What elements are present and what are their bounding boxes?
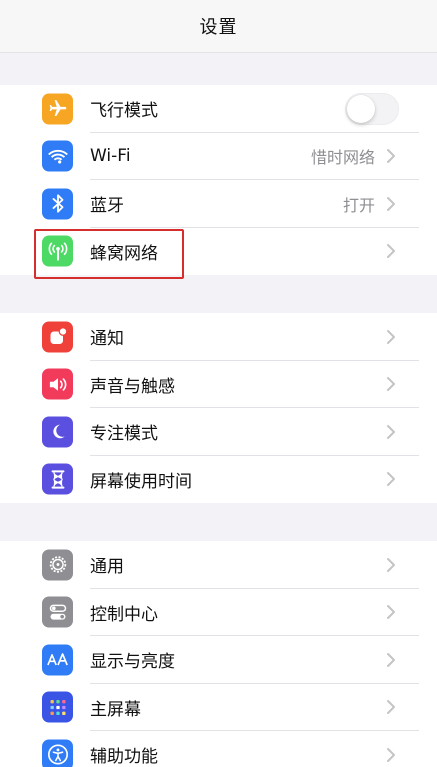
gear-icon (42, 549, 73, 581)
bluetooth-status-value: 打开 (342, 195, 375, 215)
airplane-icon (42, 93, 73, 125)
bluetooth-icon (42, 188, 73, 220)
row-label: 通知 (90, 329, 124, 350)
row-label: 控制中心 (90, 604, 158, 625)
moon-icon (42, 416, 73, 448)
hourglass-icon (42, 463, 73, 495)
row-label: 蓝牙 (90, 196, 124, 217)
row-general[interactable]: 通用 (0, 541, 437, 589)
row-label: 专注模式 (90, 424, 158, 445)
row-sounds-haptics[interactable]: 声音与触感 (0, 361, 437, 408)
chevron-right-icon (387, 472, 395, 487)
chevron-right-icon (387, 747, 395, 762)
row-bluetooth[interactable]: 蓝牙 打开 (0, 180, 437, 228)
chevron-right-icon (387, 244, 395, 259)
text-size-icon (42, 644, 73, 676)
row-label: 显示与亮度 (90, 652, 175, 673)
chevron-right-icon (387, 424, 395, 439)
row-display-brightness[interactable]: 显示与亮度 (0, 636, 437, 684)
row-home-screen[interactable]: 主屏幕 (0, 684, 437, 731)
row-label: Wi-Fi (90, 146, 131, 167)
notification-icon (42, 321, 73, 353)
row-label: 主屏幕 (90, 699, 141, 720)
accessibility-icon (42, 739, 73, 767)
row-label: 通用 (90, 557, 124, 578)
chevron-right-icon (387, 329, 395, 344)
toggle-knob (347, 94, 375, 123)
settings-group-general: 通用 控制中心 显示与亮度 主屏幕 辅助功能 (0, 541, 437, 767)
page-title: 设置 (199, 17, 238, 38)
cellular-icon (42, 235, 73, 267)
chevron-right-icon (387, 605, 395, 620)
chevron-right-icon (387, 700, 395, 715)
row-label: 声音与触感 (90, 376, 175, 397)
navigation-bar: 设置 (0, 0, 437, 53)
row-label: 辅助功能 (90, 747, 158, 767)
chevron-right-icon (387, 149, 395, 164)
chevron-right-icon (387, 652, 395, 667)
settings-group-connectivity: 飞行模式 Wi-Fi 惜时网络 蓝牙 打开 蜂窝网络 (0, 85, 437, 275)
chevron-right-icon (387, 557, 395, 572)
speaker-icon (42, 368, 73, 400)
row-screen-time[interactable]: 屏幕使用时间 (0, 456, 437, 504)
wifi-icon (42, 140, 73, 172)
row-airplane-mode[interactable]: 飞行模式 (0, 85, 437, 133)
row-label: 蜂窝网络 (90, 243, 158, 264)
row-label: 飞行模式 (90, 101, 158, 122)
row-wifi[interactable]: Wi-Fi 惜时网络 (0, 133, 437, 180)
row-notifications[interactable]: 通知 (0, 313, 437, 361)
settings-screen: 设置 飞行模式 Wi-Fi 惜时网络 蓝牙 打开 蜂窝网络 通知 声音与触感 专… (0, 0, 437, 767)
row-label: 屏幕使用时间 (90, 471, 192, 492)
chevron-right-icon (387, 196, 395, 211)
row-cellular[interactable]: 蜂窝网络 (0, 228, 437, 276)
airplane-mode-toggle[interactable] (345, 92, 399, 125)
wifi-network-value: 惜时网络 (310, 148, 375, 168)
row-control-center[interactable]: 控制中心 (0, 589, 437, 636)
settings-group-notifications: 通知 声音与触感 专注模式 屏幕使用时间 (0, 313, 437, 503)
home-screen-icon (42, 691, 73, 723)
toggles-icon (42, 596, 73, 628)
row-accessibility[interactable]: 辅助功能 (0, 731, 437, 767)
row-focus[interactable]: 专注模式 (0, 408, 437, 456)
chevron-right-icon (387, 377, 395, 392)
